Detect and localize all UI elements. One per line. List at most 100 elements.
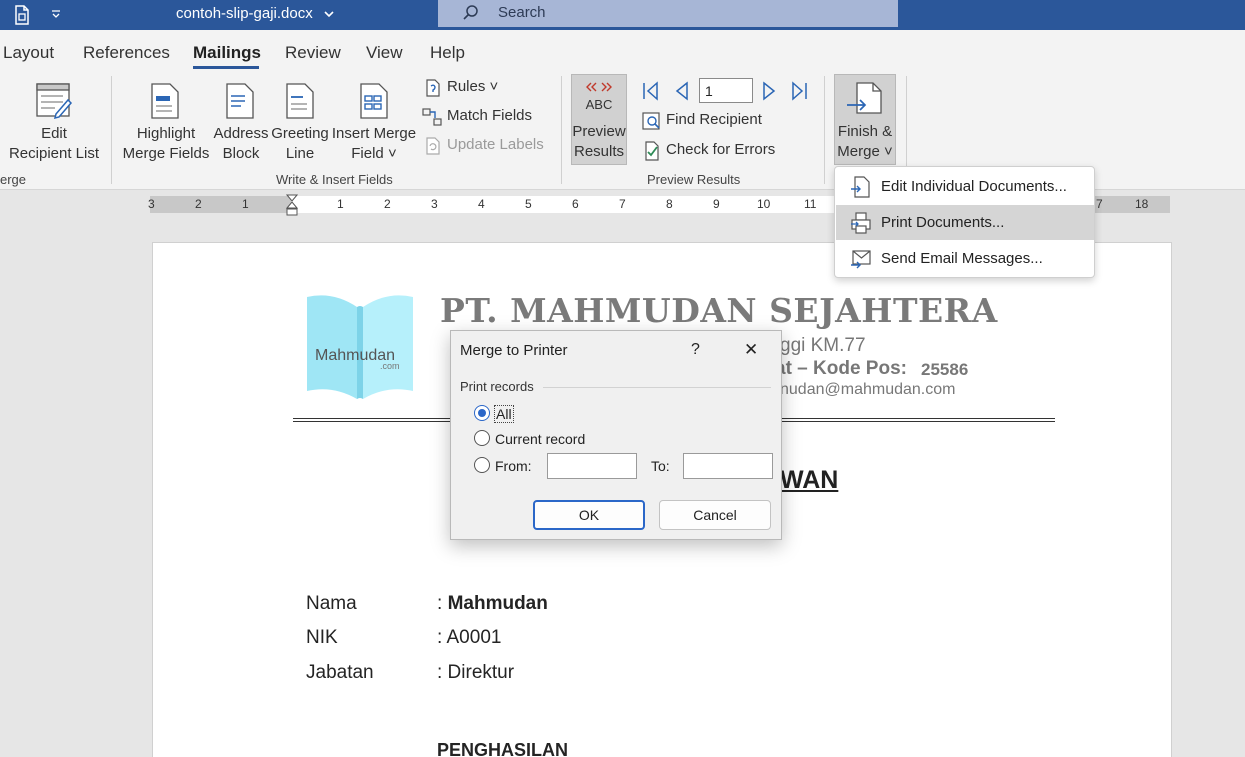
greeting-label-2: Line [285,145,315,162]
menu-item-edit-individual-documents[interactable]: Edit Individual Documents... [836,169,1094,204]
radio-from-label[interactable]: From: [495,458,532,474]
email-icon [851,250,871,269]
greeting-label-1: Greeting [271,125,329,142]
tab-view[interactable]: View [366,43,403,63]
indent-marker-icon[interactable] [286,194,298,218]
dialog-title: Merge to Printer [460,342,568,359]
menu-item-send-email-messages[interactable]: Send Email Messages... [836,241,1094,276]
edit-recipient-list-button[interactable]: Edit Recipient List [0,76,108,168]
ruler-number: 1 [242,197,249,211]
find-recipient-button[interactable]: Find Recipient [642,111,762,130]
greeting-line-icon [286,83,314,119]
chevron-down-icon[interactable] [323,8,335,20]
radio-all[interactable] [474,405,490,421]
to-label: To: [651,458,670,474]
document-title: WAN [780,466,839,494]
check-errors-icon [645,141,659,161]
ruler-number: 2 [384,197,391,211]
check-errors-button[interactable]: Check for Errors [642,141,776,161]
radio-current-record-label[interactable]: Current record [495,431,585,447]
quick-access-dropdown-icon[interactable] [50,8,62,20]
group-write-insert-label: Write & Insert Fields [276,172,393,187]
ruler-number: 10 [757,197,771,211]
ribbon-separator [561,76,562,184]
finish-label-2: Merge ˅ [837,143,893,160]
company-name: PT. MAHMUDAN SEJAHTERA [440,291,998,330]
finish-merge-menu: Edit Individual Documents... Print Docum… [834,166,1095,278]
greeting-line-button[interactable]: Greeting Line [270,76,330,168]
address-label-2: Block [222,145,260,162]
next-record-icon[interactable] [760,81,778,101]
address-label-1: Address [213,125,269,142]
previous-record-icon[interactable] [673,81,691,101]
field-value-nik: : A0001 [437,627,502,648]
find-recipient-label: Find Recipient [666,111,762,128]
preview-abc-label: ABC [585,97,613,112]
field-value-jabatan: : Direktur [437,662,515,683]
tab-review[interactable]: Review [285,43,341,63]
cancel-button[interactable]: Cancel [659,500,771,530]
record-number-input[interactable]: 1 [699,78,753,103]
document-filename[interactable]: contoh-slip-gaji.docx [176,5,313,22]
find-recipient-icon [642,112,660,130]
match-fields-button[interactable]: Match Fields [422,107,532,126]
group-preview-label: Preview Results [647,172,741,187]
print-documents-icon [851,212,871,234]
rules-button[interactable]: Rules ˅ [424,78,498,97]
preview-results-button[interactable]: ABC Preview Results [571,74,627,165]
menu-item-print-documents[interactable]: Print Documents... [836,205,1094,240]
document-icon[interactable] [12,5,32,25]
group-start-mail-merge-label: erge [0,172,27,187]
update-labels-icon [426,137,440,155]
dialog-close-button[interactable]: ✕ [744,340,758,360]
last-record-icon[interactable] [789,81,809,101]
insert-merge-field-button[interactable]: Insert Merge Field ˅ [330,76,418,168]
preview-label-1: Preview [572,123,626,140]
check-errors-label: Check for Errors [666,141,776,158]
edit-documents-icon [851,176,870,198]
search-icon [463,5,478,20]
match-fields-icon [422,108,442,126]
highlight-label-2: Merge Fields [122,145,210,162]
ruler-number: 18 [1135,197,1149,211]
tab-references[interactable]: References [83,43,170,63]
search-box[interactable]: Search [438,0,898,27]
finish-merge-button[interactable]: Finish & Merge ˅ [834,74,896,165]
ok-button[interactable]: OK [533,500,645,530]
address-block-button[interactable]: Address Block [212,76,270,168]
from-input[interactable] [547,453,637,479]
tab-mailings[interactable]: Mailings [193,43,261,63]
insert-merge-field-icon [360,83,388,119]
ruler-number: 1 [337,197,344,211]
ruler-number: 7 [619,197,626,211]
ruler-number: 4 [478,197,485,211]
ruler-number: 9 [713,197,720,211]
active-tab-indicator [193,66,259,69]
update-labels-label: Update Labels [447,136,544,153]
ruler-number: 8 [666,197,673,211]
radio-all-label[interactable]: All [494,405,514,423]
dialog-help-button[interactable]: ? [691,341,700,359]
company-postal-label: at – Kode Pos: [775,358,907,379]
update-labels-button[interactable]: Update Labels [424,136,544,155]
print-records-label: Print records [460,379,534,394]
search-placeholder: Search [498,4,546,21]
radio-current-record[interactable] [474,430,490,446]
preview-label-2: Results [573,143,625,160]
field-value-nama-bold: Mahmudan [447,593,548,614]
highlight-fields-icon [151,83,179,119]
highlight-merge-fields-button[interactable]: Highlight Merge Fields [120,76,212,168]
tab-layout[interactable]: Layout [3,43,54,63]
edit-recipient-label-2: Recipient List [8,145,100,162]
company-postal-code: 25586 [921,360,969,379]
merge-to-printer-dialog: Merge to Printer ? ✕ Print records All C… [450,330,782,540]
insert-merge-label-2: Field ˅ [351,145,397,162]
ribbon-separator [824,76,825,184]
tab-help[interactable]: Help [430,43,465,63]
ruler-left-margin [150,196,291,213]
to-input[interactable] [683,453,773,479]
radio-from[interactable] [474,457,490,473]
first-record-icon[interactable] [641,81,661,101]
ruler-number: 11 [804,197,817,211]
ruler-number: 3 [431,197,438,211]
